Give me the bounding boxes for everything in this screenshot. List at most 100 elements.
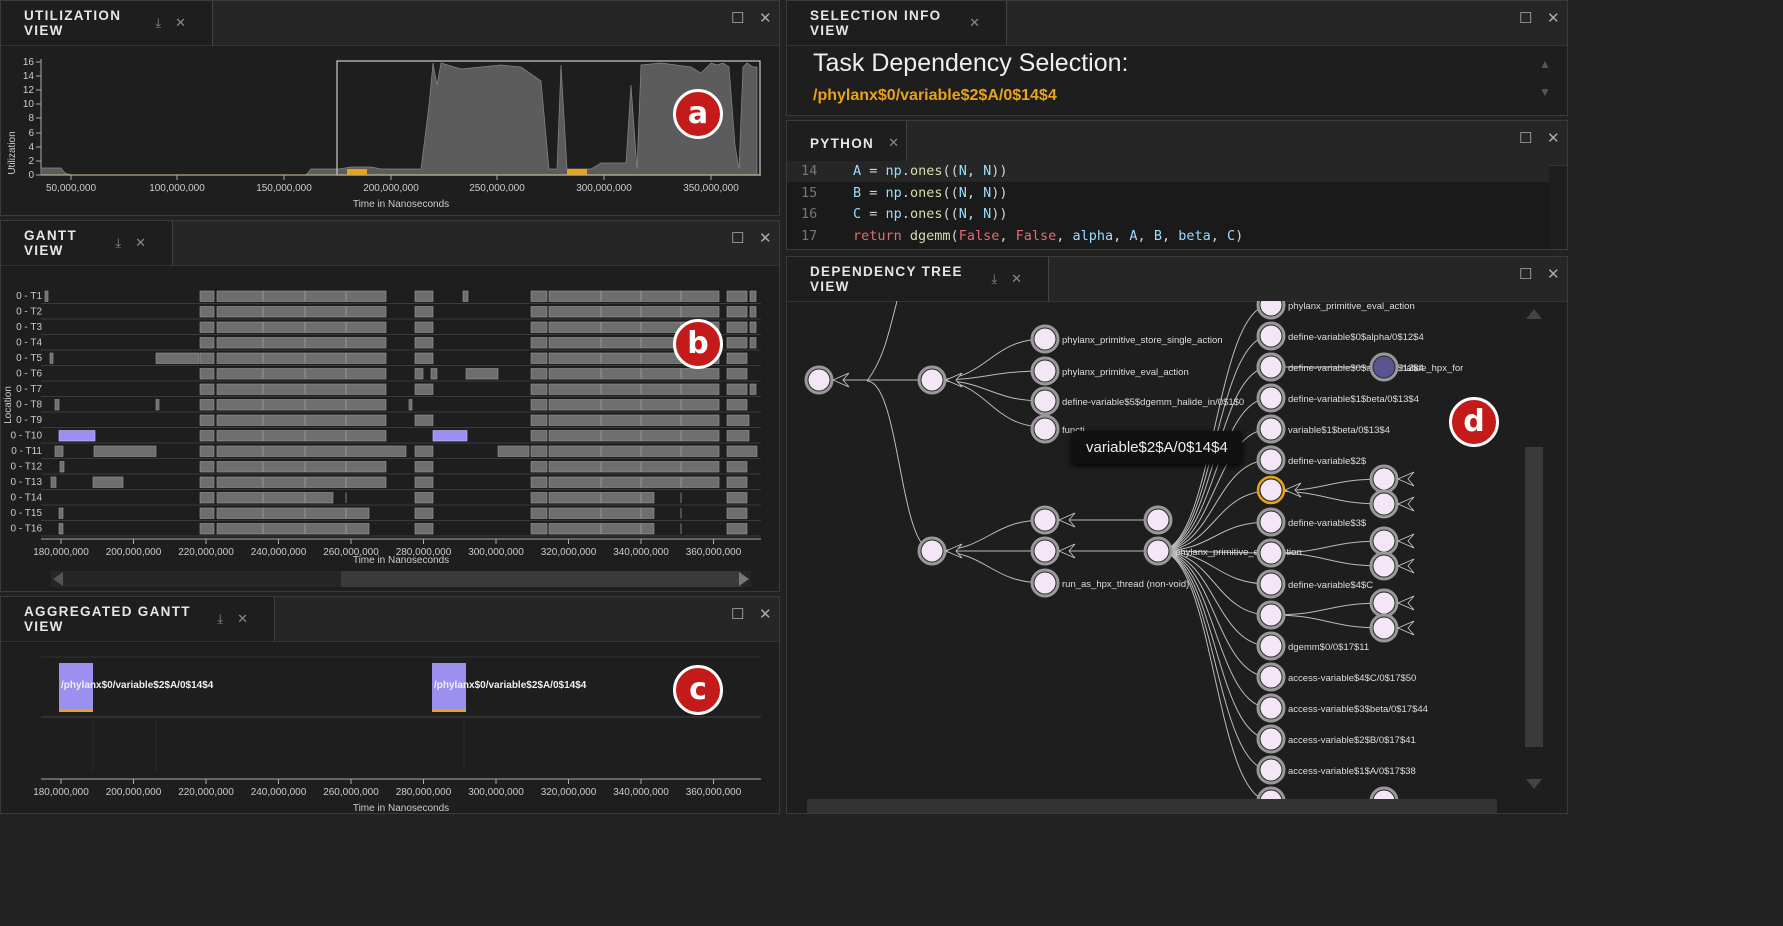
gantt-bar[interactable]: [54, 445, 64, 457]
gantt-bar[interactable]: [216, 430, 387, 442]
gantt-bar[interactable]: [414, 445, 434, 457]
gantt-bar[interactable]: [530, 507, 548, 519]
gantt-bar[interactable]: [93, 445, 157, 457]
gantt-bar[interactable]: [414, 492, 434, 504]
gantt-bar[interactable]: [199, 507, 215, 519]
close-icon[interactable]: ✕: [1547, 265, 1560, 283]
gantt-bar[interactable]: [199, 383, 215, 395]
gantt-bar[interactable]: [92, 476, 124, 488]
gantt-bar[interactable]: [216, 476, 387, 488]
gantt-bar[interactable]: [548, 461, 720, 473]
gantt-bar[interactable]: [530, 290, 548, 302]
gantt-bar[interactable]: [548, 383, 720, 395]
gantt-bar[interactable]: [216, 445, 407, 457]
gantt-bar[interactable]: [548, 306, 720, 318]
gantt-bar[interactable]: [530, 445, 548, 457]
gantt-bar[interactable]: [430, 368, 438, 380]
aggregated-chart[interactable]: /phylanx$0/variable$2$A/0$14$4 /phylanx$…: [1, 641, 780, 814]
close-icon[interactable]: ✕: [759, 605, 772, 623]
tree-node[interactable]: phylanx_primitive_store_single_action: [1030, 324, 1223, 354]
tree-node[interactable]: define-variable$2$: [1256, 445, 1367, 475]
tree-tab[interactable]: DEPENDENCY TREE VIEW ⤓ ✕: [787, 257, 1049, 301]
gantt-bar[interactable]: [408, 399, 413, 411]
gantt-tab[interactable]: GANTT VIEW ⤓ ✕: [1, 221, 173, 265]
tree-node[interactable]: run_as_hpx_thread (non-void): [1030, 568, 1189, 598]
tree-node[interactable]: [1369, 526, 1415, 556]
gantt-bar[interactable]: [199, 290, 215, 302]
tree-node[interactable]: variable$1$beta/0$13$4: [1256, 414, 1390, 444]
gantt-bar[interactable]: [199, 337, 215, 349]
gantt-bar[interactable]: [414, 523, 434, 535]
gantt-bar[interactable]: [749, 306, 757, 318]
gantt-bar[interactable]: [216, 352, 387, 364]
gantt-bar[interactable]: [726, 368, 748, 380]
download-icon[interactable]: ⤓: [217, 611, 223, 627]
gantt-scrollbar-thumb[interactable]: [341, 571, 741, 587]
gantt-bar[interactable]: [749, 337, 757, 349]
gantt-bar[interactable]: [216, 337, 387, 349]
gantt-bar[interactable]: [726, 383, 748, 395]
scroll-down-icon[interactable]: [1526, 779, 1542, 789]
close-icon[interactable]: ✕: [888, 135, 899, 151]
maximize-icon[interactable]: ☐: [1519, 9, 1532, 27]
gantt-bar[interactable]: [749, 383, 757, 395]
tree-node[interactable]: dgemm$0/0$17$11: [1256, 631, 1369, 661]
tree-node[interactable]: define-variable$4$C: [1256, 569, 1373, 599]
gantt-bar[interactable]: [530, 306, 548, 318]
gantt-bar[interactable]: [726, 352, 748, 364]
gantt-bar[interactable]: [530, 492, 548, 504]
maximize-icon[interactable]: ☐: [731, 229, 744, 247]
gantt-bar[interactable]: [726, 507, 748, 519]
gantt-bar[interactable]: [548, 414, 720, 426]
gantt-bar[interactable]: [414, 368, 424, 380]
gantt-bar[interactable]: [414, 290, 434, 302]
gantt-bar[interactable]: [726, 523, 748, 535]
gantt-bar[interactable]: [726, 430, 750, 442]
close-icon[interactable]: ✕: [237, 611, 248, 627]
gantt-bar[interactable]: [199, 461, 215, 473]
gantt-bar[interactable]: [530, 414, 548, 426]
gantt-bar[interactable]: [749, 321, 757, 333]
code-line[interactable]: 16 C = np.ones((N, N)): [787, 204, 1549, 225]
gantt-bar[interactable]: [199, 321, 215, 333]
gantt-bar[interactable]: [548, 476, 720, 488]
code-editor[interactable]: 14 A = np.ones((N, N)) 15 B = np.ones((N, N…: [787, 161, 1549, 249]
tree-node[interactable]: define-variable$0$alpha/0$12$4: [1256, 321, 1424, 351]
gantt-bar[interactable]: [199, 430, 215, 442]
tree-node[interactable]: [1256, 538, 1286, 568]
gantt-bar[interactable]: [530, 321, 548, 333]
code-line[interactable]: 14 A = np.ones((N, N)): [787, 161, 1549, 182]
expand-arrow-icon[interactable]: [1397, 496, 1415, 512]
tree-node[interactable]: [1256, 600, 1286, 630]
gantt-bar[interactable]: [414, 306, 434, 318]
gantt-bar[interactable]: [216, 321, 387, 333]
gantt-bar[interactable]: [199, 368, 215, 380]
tree-node[interactable]: [1369, 588, 1415, 618]
tree-node[interactable]: [1256, 475, 1302, 505]
selection-tab[interactable]: SELECTION INFO VIEW ✕: [787, 1, 1007, 45]
gantt-bar[interactable]: [199, 352, 215, 364]
editor-scrollbar[interactable]: [1551, 169, 1565, 245]
gantt-bar-selected[interactable]: [58, 430, 96, 442]
tree-scrollbar-thumb[interactable]: [1525, 447, 1543, 747]
gantt-bar[interactable]: [216, 383, 387, 395]
maximize-icon[interactable]: ☐: [1519, 129, 1532, 147]
gantt-bar-selected[interactable]: [432, 430, 468, 442]
gantt-bar[interactable]: [530, 399, 548, 411]
expand-arrow-icon[interactable]: [1397, 533, 1415, 549]
tree-node[interactable]: [917, 365, 963, 395]
gantt-bar[interactable]: [58, 523, 64, 535]
tree-node[interactable]: define-variable$1$beta/0$13$4: [1256, 383, 1419, 413]
gantt-bar[interactable]: [548, 492, 655, 504]
tree-node[interactable]: [1143, 505, 1173, 535]
close-icon[interactable]: ✕: [135, 235, 146, 251]
expand-arrow-icon[interactable]: [1397, 595, 1415, 611]
tree-node[interactable]: halide_hpx_for: [1369, 352, 1463, 382]
gantt-bar[interactable]: [530, 430, 548, 442]
utilization-tab[interactable]: UTILIZATION VIEW ⤓ ✕: [1, 1, 213, 45]
gantt-bar[interactable]: [462, 290, 469, 302]
gantt-bar[interactable]: [548, 399, 720, 411]
gantt-bar[interactable]: [199, 306, 215, 318]
gantt-bar[interactable]: [216, 399, 387, 411]
close-icon[interactable]: ✕: [1011, 271, 1022, 287]
